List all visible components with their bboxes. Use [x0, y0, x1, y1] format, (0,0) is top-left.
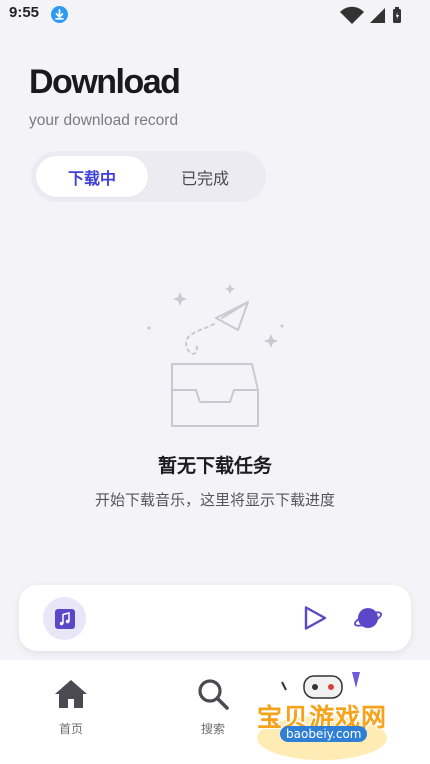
status-time: 9:55 [9, 4, 40, 21]
nav-label-search: 搜索 [200, 722, 225, 736]
status-icons [340, 6, 401, 24]
nav-label-home: 首页 [58, 722, 83, 736]
watermark-url: baobeiy.com [280, 726, 368, 742]
music-note-icon [54, 608, 75, 629]
signal-icon [370, 8, 385, 23]
mini-player[interactable] [19, 585, 411, 651]
wifi-icon [340, 6, 364, 24]
status-bar: 9:55 [0, 0, 430, 30]
empty-state-title: 暂无下载任务 [157, 455, 272, 477]
nav-item-home[interactable]: 首页 [36, 676, 106, 737]
tab-completed[interactable]: 已完成 [149, 156, 261, 197]
nav-item-search[interactable]: 搜索 [178, 676, 248, 737]
battery-icon [393, 7, 401, 23]
planet-icon[interactable] [353, 603, 383, 633]
empty-state-description: 开始下载音乐，这里将显示下载进度 [94, 491, 335, 509]
download-notification-icon [51, 6, 68, 23]
page-title: Download [29, 63, 181, 101]
search-icon [198, 679, 229, 710]
download-tabs: 下载中 已完成 [31, 151, 266, 202]
tab-downloading[interactable]: 下载中 [36, 156, 148, 197]
player-cover[interactable] [43, 597, 86, 640]
empty-inbox-illustration [147, 284, 284, 427]
home-icon [55, 680, 87, 708]
play-icon[interactable] [301, 604, 329, 632]
page-subtitle: your download record [29, 112, 179, 129]
download-screen: 9:55 Download your download record 下载中 已… [0, 0, 430, 764]
watermark-logo: 宝贝游戏网 baobeiy.com [252, 668, 402, 760]
